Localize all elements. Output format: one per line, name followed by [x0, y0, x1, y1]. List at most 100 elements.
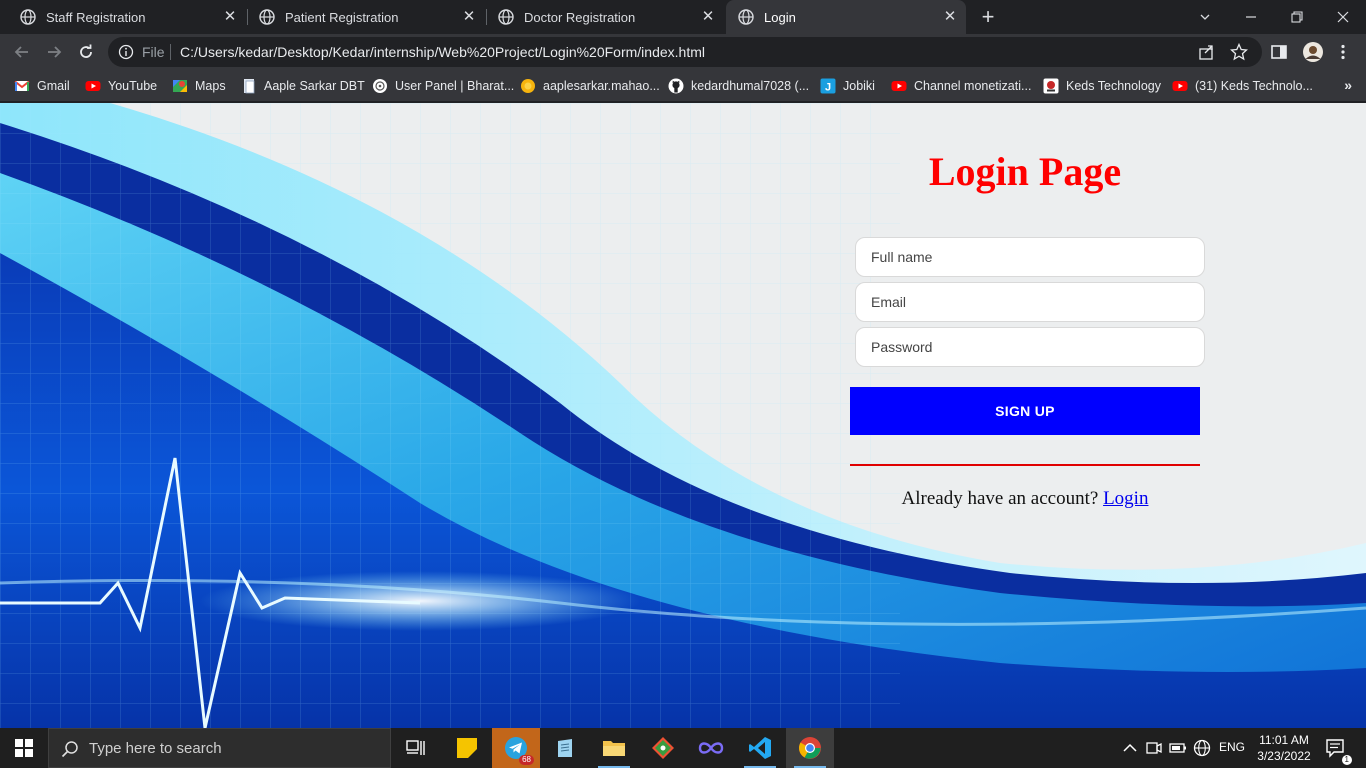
omnibox-divider — [170, 44, 171, 60]
page-title: Login Page — [928, 149, 1122, 194]
tab-label: Doctor Registration — [524, 9, 636, 25]
chevron-down-icon — [1200, 14, 1210, 20]
chrome-icon — [799, 737, 821, 759]
bookmark-jobiki[interactable]: J Jobiki — [820, 76, 875, 96]
tab-doctor-registration[interactable]: Doctor Registration ✕ — [478, 0, 724, 34]
tab-staff-registration[interactable]: Staff Registration ✕ — [0, 0, 246, 34]
sticky-notes-app[interactable] — [443, 728, 491, 768]
start-button[interactable] — [0, 728, 48, 768]
bookmark-gmail[interactable]: Gmail — [14, 76, 70, 96]
tab-label: Staff Registration — [46, 9, 146, 25]
tab-login[interactable]: Login ✕ — [726, 0, 966, 34]
bookmark-youtube[interactable]: YouTube — [85, 76, 157, 96]
bookmark-keds-technology-youtube[interactable]: (31) Keds Technolo... — [1172, 76, 1313, 96]
git-app[interactable] — [639, 728, 687, 768]
bookmark-aaple-sarkar-dbt[interactable]: Aaple Sarkar DBT — [241, 76, 365, 96]
bookmark-star-icon[interactable] — [1230, 43, 1248, 61]
scheme-label: File — [142, 44, 165, 60]
forward-arrow-icon — [48, 46, 62, 58]
tab-patient-registration[interactable]: Patient Registration ✕ — [239, 0, 485, 34]
url-text[interactable]: C:/Users/kedar/Desktop/Kedar/internship/… — [180, 44, 705, 60]
youtube-icon — [1172, 81, 1188, 91]
folder-icon — [603, 741, 625, 756]
file-explorer-app[interactable] — [590, 728, 638, 768]
clock[interactable]: 11:01 AM 3/23/2022 — [1254, 732, 1314, 764]
close-icon — [1337, 11, 1349, 23]
reload-button[interactable] — [74, 40, 98, 64]
globe-icon — [738, 9, 754, 25]
share-icon[interactable] — [1198, 43, 1216, 61]
info-icon[interactable] — [118, 44, 134, 60]
forward-button[interactable] — [42, 40, 66, 64]
bookmark-keds-technology[interactable]: Keds Technology — [1043, 76, 1161, 96]
bookmark-label: Gmail — [37, 79, 70, 93]
telegram-app[interactable]: 68 — [492, 728, 540, 768]
vscode-app[interactable] — [736, 728, 784, 768]
back-arrow-icon — [14, 46, 28, 58]
git-icon — [652, 737, 674, 759]
network-globe-icon[interactable] — [1193, 739, 1211, 757]
tab-strip: Staff Registration ✕ Patient Registratio… — [0, 0, 1366, 34]
sign-up-button[interactable]: SIGN UP — [850, 387, 1200, 435]
action-center-button[interactable]: 1 — [1316, 728, 1356, 768]
bookmark-label: User Panel | Bharat... — [395, 79, 515, 93]
close-icon[interactable]: ✕ — [222, 9, 238, 25]
login-link[interactable]: Login — [1103, 488, 1148, 509]
close-icon[interactable]: ✕ — [461, 9, 477, 25]
jobiki-icon: J — [820, 78, 836, 94]
telegram-unread-badge: 68 — [519, 755, 534, 765]
maps-icon — [173, 80, 187, 92]
sticky-notes-icon — [457, 738, 477, 758]
browser-toolbar: File C:/Users/kedar/Desktop/Kedar/intern… — [0, 34, 1366, 70]
fullname-field[interactable] — [855, 237, 1205, 277]
bookmark-github[interactable]: kedardhumal7028 (... — [668, 76, 809, 96]
bookmarks-bar: Gmail YouTube Maps Aaple Sarkar DBT User… — [0, 70, 1366, 102]
account-prompt-text: Already have an account? — [901, 488, 1099, 509]
bookmark-label: YouTube — [108, 79, 158, 93]
back-button[interactable] — [10, 40, 34, 64]
bookmark-maps[interactable]: Maps — [172, 76, 226, 96]
clock-time: 11:01 AM — [1259, 733, 1309, 747]
language-indicator[interactable]: ENG — [1219, 740, 1245, 754]
search-icon — [61, 741, 78, 758]
new-tab-button[interactable]: + — [978, 6, 998, 28]
chevron-up-icon[interactable] — [1121, 739, 1139, 757]
notepad-icon — [558, 739, 572, 757]
divider — [850, 464, 1200, 466]
bookmark-user-panel-bharat[interactable]: User Panel | Bharat... — [372, 76, 514, 96]
kebab-menu-icon[interactable] — [1334, 43, 1352, 61]
profile-avatar[interactable] — [1302, 41, 1324, 63]
side-panel-icon[interactable] — [1270, 43, 1288, 61]
address-bar[interactable]: File C:/Users/kedar/Desktop/Kedar/intern… — [108, 37, 1262, 67]
login-page: Login Page SIGN UP Already have an accou… — [0, 103, 1366, 728]
meet-now-icon[interactable] — [1145, 739, 1163, 757]
task-view-button[interactable] — [392, 728, 440, 768]
bookmark-channel-monetization[interactable]: Channel monetizati... — [891, 76, 1031, 96]
bookmark-label: Maps — [195, 79, 226, 93]
close-icon[interactable]: ✕ — [942, 9, 958, 25]
password-field[interactable] — [855, 327, 1205, 367]
email-field[interactable] — [855, 282, 1205, 322]
notepad-app[interactable] — [541, 728, 589, 768]
bookmarks-overflow-chevron-icon[interactable]: » — [1344, 77, 1352, 93]
windows-logo-icon — [15, 739, 33, 757]
restore-button[interactable] — [1274, 0, 1320, 34]
notification-count-badge: 1 — [1341, 755, 1352, 765]
infinity-app[interactable] — [687, 728, 735, 768]
battery-icon[interactable] — [1169, 739, 1187, 757]
bookmark-aaplesarkar-mahao[interactable]: aaplesarkar.mahao... — [520, 76, 660, 96]
bookmark-label: Aaple Sarkar DBT — [264, 79, 365, 93]
minimize-button[interactable] — [1228, 0, 1274, 34]
youtube-icon — [85, 81, 101, 91]
tab-search-button[interactable] — [1182, 0, 1228, 34]
tab-label: Patient Registration — [285, 9, 399, 25]
keds-icon — [1043, 78, 1059, 94]
chrome-app[interactable] — [786, 728, 834, 768]
bookmark-label: Keds Technology — [1066, 79, 1161, 93]
close-icon[interactable]: ✕ — [700, 9, 716, 25]
bookmark-label: Channel monetizati... — [914, 79, 1032, 93]
globe-icon — [498, 9, 514, 25]
close-window-button[interactable] — [1320, 0, 1366, 34]
taskbar-search-box[interactable]: Type here to search — [48, 728, 391, 768]
gmail-icon — [14, 80, 30, 91]
